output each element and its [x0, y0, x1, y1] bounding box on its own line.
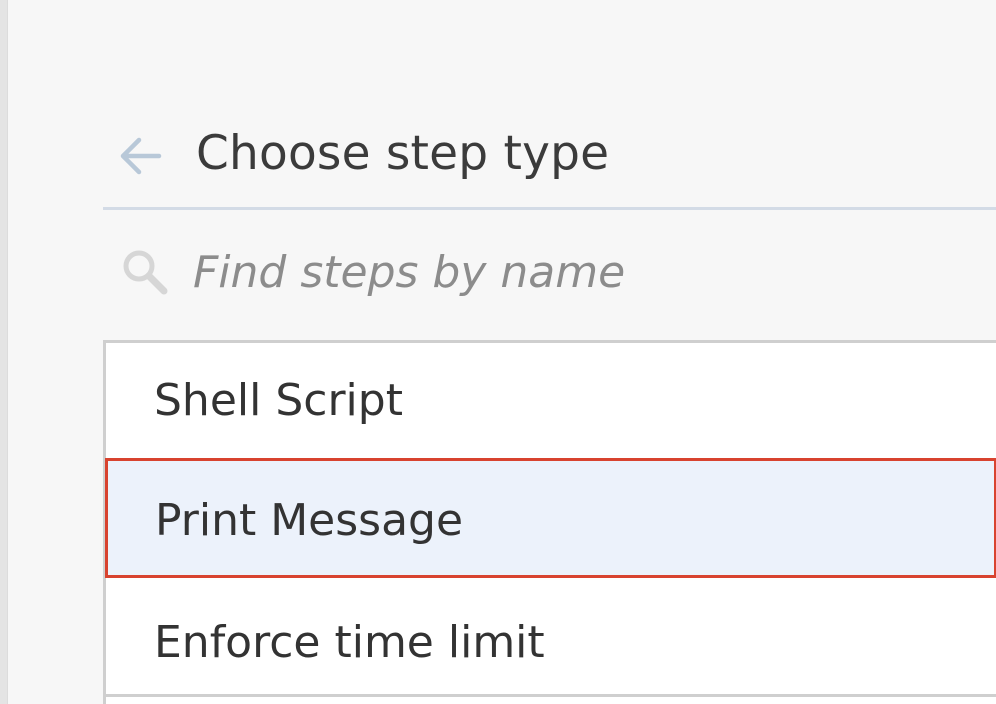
list-item-label: Shell Script	[154, 375, 403, 426]
search-bar	[103, 236, 996, 320]
list-item-print-message[interactable]: Print Message	[105, 458, 996, 578]
page-title: Choose step type	[196, 126, 610, 181]
list-item-shell-script[interactable]: Shell Script	[106, 343, 996, 461]
back-arrow-icon[interactable]	[115, 130, 167, 182]
panel-header: Choose step type	[103, 110, 996, 210]
search-icon	[119, 246, 171, 298]
step-type-list: Shell Script Print Message Enforce time …	[103, 340, 996, 704]
search-input[interactable]	[193, 242, 973, 302]
list-item-label: Print Message	[155, 495, 464, 546]
list-item-label: Enforce time limit	[154, 617, 545, 668]
step-type-panel: Choose step type Shell Script Print Mess…	[7, 0, 996, 704]
list-item-enforce-time-limit[interactable]: Enforce time limit	[106, 579, 996, 697]
